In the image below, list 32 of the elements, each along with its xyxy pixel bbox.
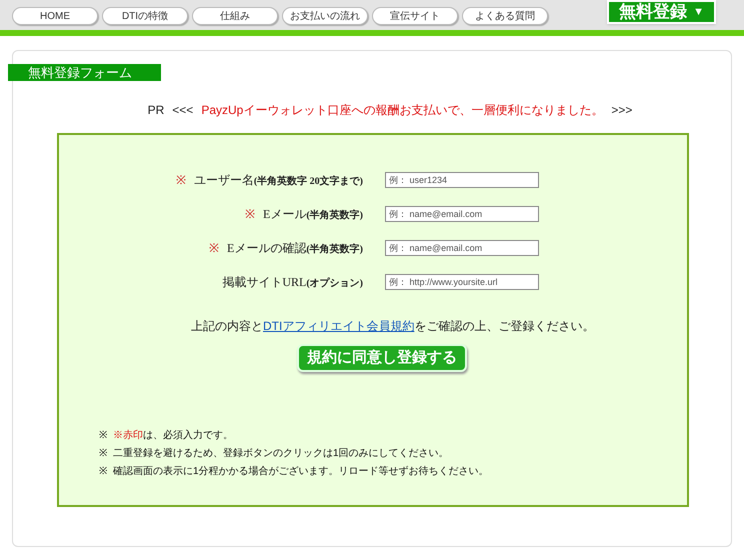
nav-tab[interactable]: 仕組み xyxy=(192,7,278,25)
field-label: Eメールの確認(半角英数字) xyxy=(226,240,363,257)
input-field[interactable]: 例： name@email.com xyxy=(385,240,539,256)
caret-icon: ▼ xyxy=(693,4,704,20)
nav-tab[interactable]: お支払いの流れ xyxy=(282,7,368,25)
input-field[interactable]: 例： name@email.com xyxy=(385,206,539,222)
arrow-marks: <<< xyxy=(172,102,194,119)
signup-button[interactable]: 無料登録 ▼ xyxy=(607,0,716,24)
note-text: 二重登録を避けるため、登録ボタンのクリックは1回のみにしてください。 xyxy=(113,446,449,461)
field-label: ユーザー名(半角英数字 20文字まで) xyxy=(194,172,363,189)
nav-tab[interactable]: DTIの特徴 xyxy=(102,7,188,25)
pr-label: PR xyxy=(148,102,164,119)
agreement-text: 上記の内容と DTIアフィリエイト会員規約をご確認の上、ご登録ください。 xyxy=(191,319,594,333)
terms-link[interactable]: DTIアフィリエイト会員規約 xyxy=(263,319,414,333)
note-bullet: ※ xyxy=(99,447,107,461)
nav-tab[interactable]: HOME xyxy=(12,7,98,25)
required-mark: ※ xyxy=(208,240,219,257)
pr-message: PayzUpイーウォレット口座への報酬お支払いで、一層便利になりました。 xyxy=(201,102,604,119)
required-mark: ※ xyxy=(176,172,186,189)
note-text: ※赤印は、必須入力です。 xyxy=(113,428,233,443)
arrow-marks: >>> xyxy=(611,102,632,119)
required-mark: ※ xyxy=(244,206,255,223)
input-field[interactable]: 例： user1234 xyxy=(385,172,539,188)
nav-tab[interactable]: 宣伝サイト xyxy=(372,7,458,25)
field-label: 掲載サイトURL(オプション) xyxy=(222,274,363,291)
section-title: 無料登録フォーム xyxy=(28,65,132,80)
input-field[interactable]: 例： http://www.yoursite.url xyxy=(385,274,539,290)
note-text: 確認画面の表示に1分程かかる場合がございます。リロード等せずお待ちください。 xyxy=(113,464,489,479)
nav-tab[interactable]: よくある質問 xyxy=(462,7,548,25)
field-label: Eメール(半角英数字) xyxy=(262,206,363,223)
note-bullet: ※ xyxy=(99,429,107,443)
note-bullet: ※ xyxy=(99,465,107,479)
